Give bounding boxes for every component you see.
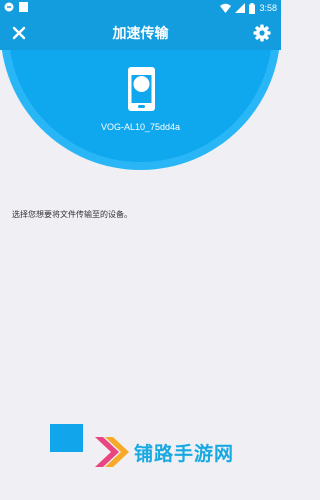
status-bar: 3:58 [0, 0, 281, 16]
close-icon [12, 26, 26, 40]
wifi-icon [220, 3, 232, 13]
watermark: 铺路手游网 [93, 433, 234, 471]
toolbar: 加速传输 [0, 16, 281, 50]
battery-icon [249, 2, 256, 14]
phone-icon [128, 67, 155, 111]
notification-icon [4, 2, 14, 12]
scan-indicator [50, 424, 83, 452]
signal-icon [235, 3, 246, 13]
page-title: 加速传输 [112, 25, 169, 41]
square-icon [19, 2, 28, 12]
gear-icon [253, 24, 271, 42]
status-time: 3:58 [259, 3, 277, 13]
device-name: VOG-AL10_75dd4a [100, 122, 181, 132]
settings-button[interactable] [252, 23, 272, 43]
arrow-logo-icon [95, 437, 129, 467]
watermark-text: 铺路手游网 [134, 443, 235, 465]
close-button[interactable] [9, 23, 29, 43]
select-device-hint: 选择您想要将文件传输至的设备。 [12, 210, 132, 219]
